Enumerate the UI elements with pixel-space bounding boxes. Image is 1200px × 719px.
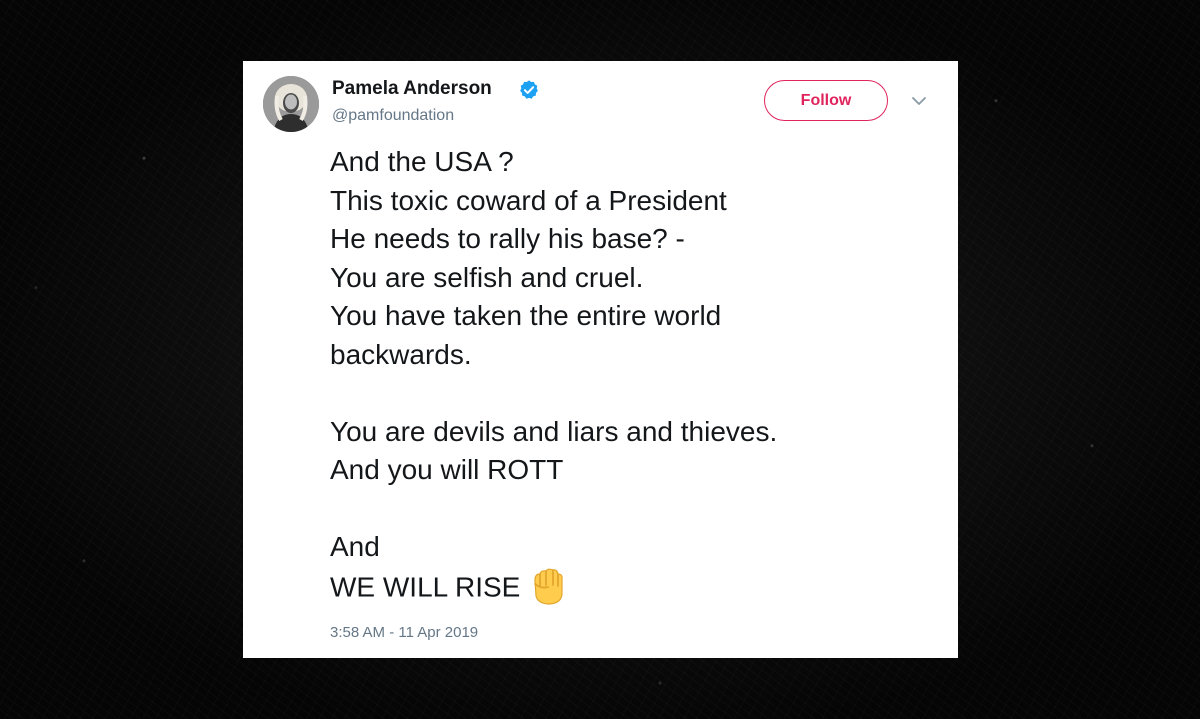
tweet-line: And (330, 531, 380, 562)
tweet-line: And you will ROTT (330, 454, 564, 485)
handle[interactable]: @pamfoundation (332, 107, 454, 125)
tweet-line: He needs to rally his base? - (330, 223, 685, 254)
timestamp[interactable]: 3:58 AM - 11 Apr 2019 (330, 624, 478, 641)
tweet-line: backwards. (330, 338, 472, 370)
chevron-down-icon[interactable] (911, 95, 927, 107)
raised-fist-icon (534, 568, 564, 605)
display-name[interactable]: Pamela Anderson (332, 78, 492, 100)
tweet-line: This toxic coward of a President (330, 184, 727, 216)
tweet-line-text: WE WILL RISE (330, 570, 521, 602)
tweet-line-final: WE WILL RISE (330, 567, 930, 606)
tweet-line: You are selfish and cruel. (330, 261, 644, 293)
tweet-line: You are devils and liars and thieves. (330, 415, 778, 447)
tweet-text: And the USA ? This toxic coward of a Pre… (330, 143, 930, 605)
verified-badge-icon (520, 80, 538, 99)
tweet-card: Pamela Anderson @pamfoundation Follow An… (243, 61, 958, 658)
tweet-line: And the USA ? (330, 146, 514, 177)
tweet-line: You have taken the entire world (330, 300, 722, 331)
follow-button[interactable]: Follow (764, 80, 888, 121)
avatar[interactable] (263, 76, 319, 132)
